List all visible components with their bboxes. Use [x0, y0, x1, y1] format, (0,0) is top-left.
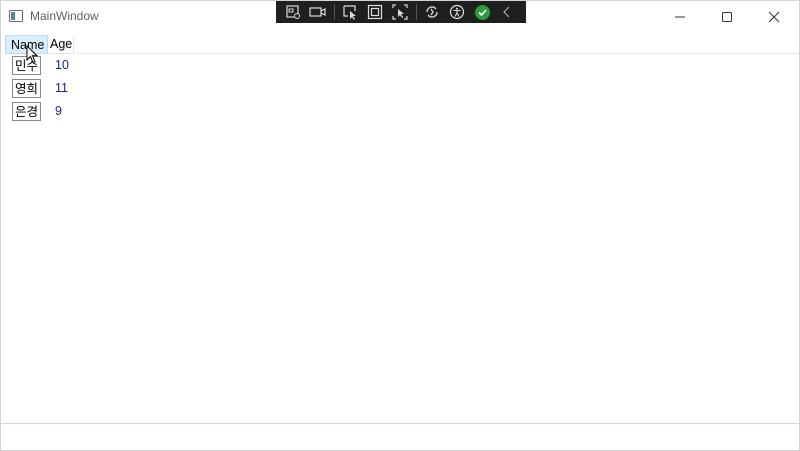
window-title: MainWindow [30, 9, 99, 23]
age-value: 9 [55, 104, 62, 118]
list-rows: 민수 10 영희 11 은경 9 [1, 55, 201, 124]
main-window: MainWindow Name Age 민수 10 영희 11 은경 9 [0, 0, 800, 451]
track-focused-element-button[interactable] [389, 2, 411, 22]
collapse-chevron-icon [503, 6, 510, 18]
accessibility-checker-icon [449, 4, 465, 20]
record-button[interactable] [307, 2, 329, 22]
mouse-cursor-icon [26, 45, 39, 64]
display-layout-adorners-button[interactable] [364, 2, 386, 22]
list-item[interactable]: 영희 11 [1, 78, 201, 101]
bottom-divider [1, 423, 799, 424]
track-focused-element-icon [392, 4, 408, 20]
accessibility-checker-button[interactable] [446, 2, 468, 22]
list-item[interactable]: 은경 9 [1, 101, 201, 124]
age-value: 10 [55, 58, 69, 72]
maximize-icon [722, 11, 732, 22]
hot-reload-button[interactable] [421, 2, 443, 22]
minimize-icon [675, 16, 685, 17]
toolbar-separator [416, 4, 417, 20]
live-visual-tree-button[interactable] [282, 2, 304, 22]
maximize-button[interactable] [704, 1, 750, 32]
display-layout-adorners-icon [367, 4, 383, 20]
minimize-button[interactable] [657, 1, 703, 32]
header-filler [77, 35, 799, 54]
select-element-button[interactable] [339, 2, 361, 22]
live-visual-tree-icon [286, 5, 300, 19]
app-icon [9, 10, 23, 22]
list-view[interactable]: Name Age 민수 10 영희 11 은경 9 [1, 32, 799, 423]
name-textbox[interactable]: 영희 [12, 79, 42, 98]
binding-status-button[interactable] [471, 2, 493, 22]
select-element-icon [343, 5, 356, 20]
xaml-debug-toolbar [276, 1, 526, 23]
name-textbox[interactable]: 은경 [12, 102, 42, 121]
column-header-age[interactable]: Age [48, 35, 74, 54]
close-button[interactable] [751, 1, 797, 32]
binding-ok-icon [474, 4, 490, 20]
close-icon [768, 11, 780, 22]
hot-reload-icon [426, 6, 438, 18]
collapse-toolbar-button[interactable] [496, 2, 518, 22]
record-icon [309, 7, 326, 17]
toolbar-separator [334, 4, 335, 20]
age-value: 11 [55, 81, 68, 95]
